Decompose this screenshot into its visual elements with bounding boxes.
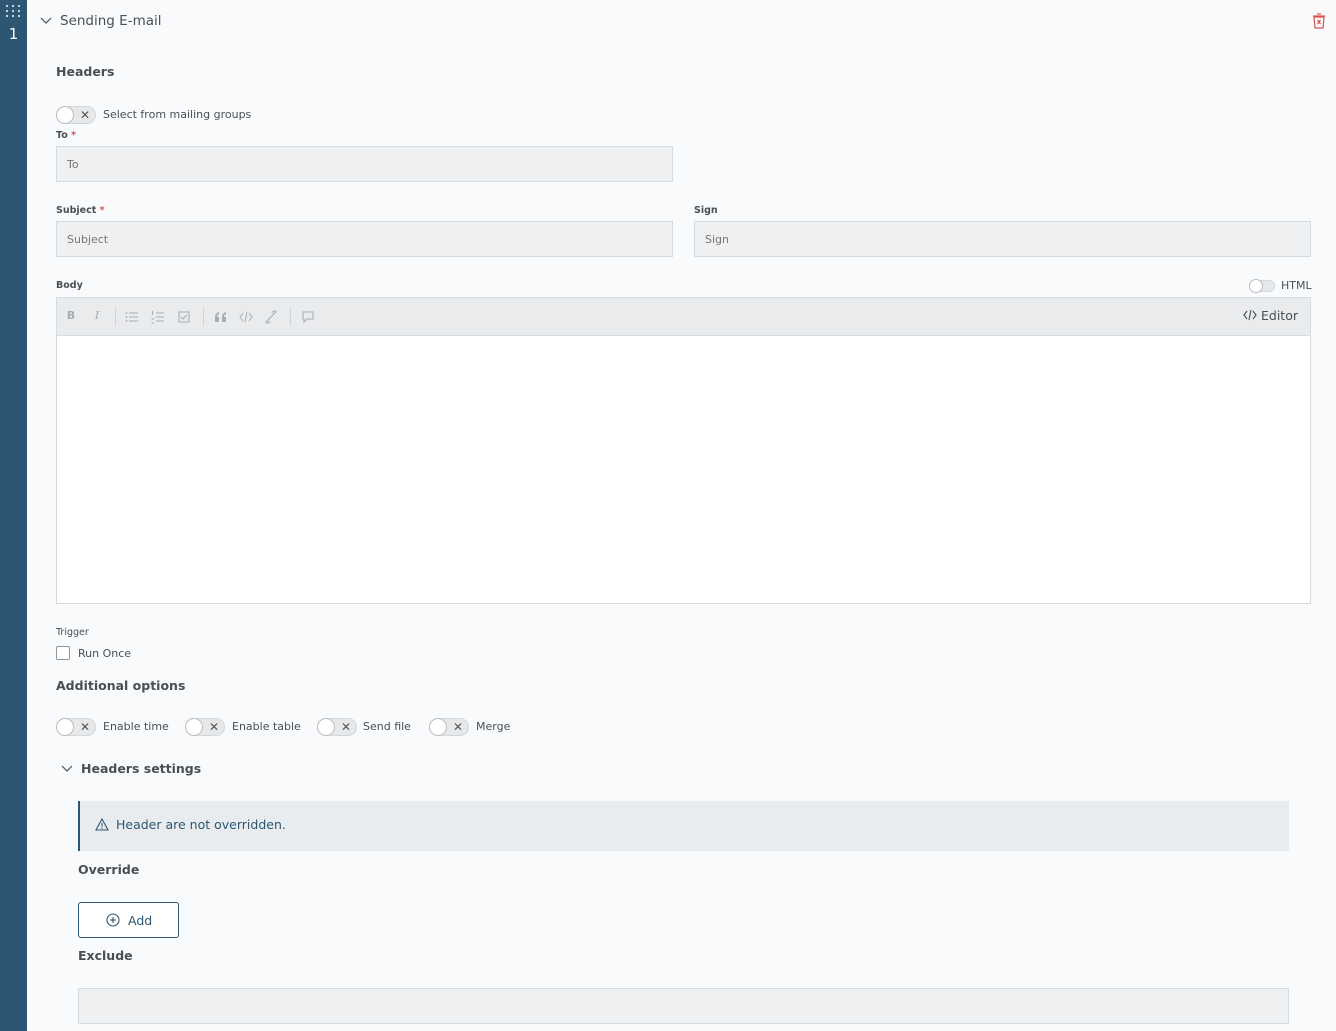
- run-once-checkbox[interactable]: [56, 646, 70, 660]
- override-title: Override: [78, 862, 140, 877]
- trash-icon[interactable]: [1312, 13, 1326, 29]
- close-icon: ✕: [208, 720, 219, 734]
- enable-time-toggle[interactable]: ✕: [56, 718, 96, 736]
- close-icon: ✕: [79, 108, 90, 122]
- italic-button[interactable]: I: [89, 309, 105, 322]
- html-toggle[interactable]: [1249, 279, 1275, 293]
- to-label-text: To: [56, 130, 68, 141]
- toggle-knob: [1249, 279, 1263, 293]
- merge-toggle[interactable]: ✕: [429, 718, 469, 736]
- close-icon: ✕: [452, 720, 463, 734]
- toggle-knob: [429, 718, 447, 736]
- add-button[interactable]: Add: [78, 902, 179, 938]
- code-icon[interactable]: [239, 310, 253, 324]
- additional-options-title: Additional options: [56, 678, 186, 693]
- send-file-label: Send file: [363, 720, 411, 733]
- left-rail: 1: [0, 0, 27, 1031]
- enable-time-label: Enable time: [103, 720, 169, 733]
- chevron-down-icon[interactable]: [61, 765, 73, 773]
- editor-mode-label: Editor: [1261, 308, 1298, 323]
- enable-table-label: Enable table: [232, 720, 301, 733]
- checklist-icon[interactable]: [177, 310, 191, 324]
- required-mark: *: [99, 205, 105, 216]
- notice-text: Header are not overridden.: [116, 817, 286, 832]
- toolbar-divider: [290, 308, 291, 326]
- bold-button[interactable]: B: [63, 309, 79, 322]
- body-label: Body: [56, 280, 83, 291]
- toggle-knob: [56, 718, 74, 736]
- subject-label-text: Subject: [56, 205, 97, 216]
- toggle-knob: [185, 718, 203, 736]
- toolbar-divider: [115, 308, 116, 326]
- numbered-list-icon[interactable]: [151, 310, 165, 324]
- comment-icon[interactable]: [301, 310, 315, 324]
- toggle-knob: [56, 106, 74, 124]
- enable-table-toggle[interactable]: ✕: [185, 718, 225, 736]
- editor-mode-button[interactable]: Editor: [1243, 308, 1298, 323]
- headers-settings-title[interactable]: Headers settings: [81, 761, 201, 776]
- step-number: 1: [8, 25, 19, 43]
- required-mark: *: [71, 130, 77, 141]
- body-editor[interactable]: B I Editor: [56, 297, 1311, 604]
- section-title: Sending E-mail: [60, 13, 162, 29]
- subject-input[interactable]: [56, 221, 673, 257]
- exclude-input[interactable]: [78, 988, 1289, 1024]
- notice-banner: Header are not overridden.: [78, 801, 1289, 851]
- subject-label: Subject *: [56, 205, 105, 216]
- to-input[interactable]: [56, 146, 673, 182]
- sign-input[interactable]: [694, 221, 1311, 257]
- close-icon: ✕: [79, 720, 90, 734]
- code-icon: [1243, 309, 1257, 321]
- sign-label: Sign: [694, 205, 718, 216]
- section-header[interactable]: Sending E-mail: [27, 0, 1336, 42]
- warning-icon: [95, 818, 109, 831]
- bullet-list-icon[interactable]: [125, 310, 139, 324]
- trigger-label: Trigger: [56, 627, 89, 638]
- to-label: To *: [56, 130, 76, 141]
- chevron-down-icon[interactable]: [40, 17, 52, 25]
- exclude-title: Exclude: [78, 948, 133, 963]
- quote-icon[interactable]: [214, 310, 228, 324]
- close-icon: ✕: [340, 720, 351, 734]
- html-toggle-label: HTML: [1281, 279, 1312, 292]
- mailing-groups-label: Select from mailing groups: [103, 108, 252, 121]
- merge-label: Merge: [476, 720, 511, 733]
- link-icon[interactable]: [264, 310, 278, 324]
- toolbar-divider: [203, 308, 204, 326]
- headers-title: Headers: [56, 64, 115, 79]
- mailing-groups-toggle[interactable]: ✕: [56, 106, 96, 124]
- plus-circle-icon: [106, 913, 120, 927]
- drag-handle-icon[interactable]: [4, 4, 22, 18]
- add-button-label: Add: [128, 913, 153, 928]
- toggle-knob: [317, 718, 335, 736]
- run-once-label: Run Once: [78, 647, 132, 660]
- editor-toolbar: B I Editor: [57, 298, 1310, 336]
- send-file-toggle[interactable]: ✕: [317, 718, 357, 736]
